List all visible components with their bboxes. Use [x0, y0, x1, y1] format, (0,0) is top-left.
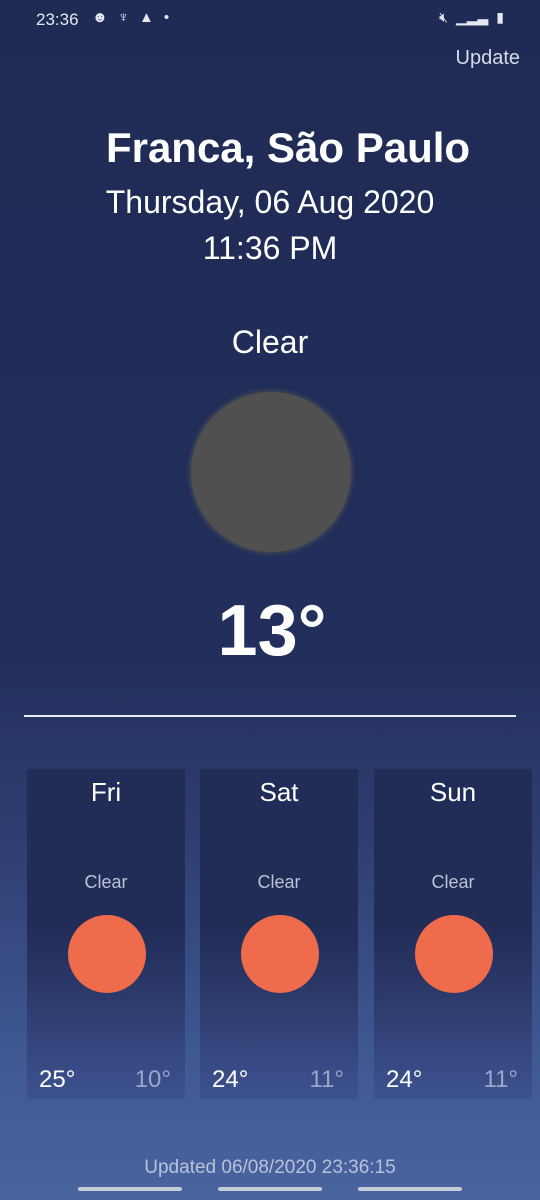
current-condition: Clear: [231, 324, 309, 360]
divider: [24, 715, 516, 717]
status-notification-icons: ☻ ♆ ▲ •: [92, 9, 169, 26]
forecast-condition: Clear: [257, 872, 301, 892]
last-updated-text: Updated 06/08/2020 23:36:15: [144, 1157, 396, 1178]
forecast-day: Fri: [90, 777, 122, 807]
forecast-condition: Clear: [431, 872, 475, 892]
nav-recent-apps[interactable]: [78, 1187, 182, 1191]
update-button[interactable]: Update: [456, 47, 521, 70]
usb-icon: ♆: [117, 9, 130, 26]
dot-icon: •: [163, 9, 170, 26]
city-name: Franca, São Paulo: [105, 124, 471, 171]
forecast-condition: Clear: [84, 872, 128, 892]
forecast-high: 24°: [212, 1066, 249, 1093]
sun-icon: [415, 915, 493, 993]
status-system-icons: 🔇︎ ▁▂▃ ▮: [439, 9, 504, 26]
forecast-high: 24°: [386, 1066, 423, 1093]
status-time: 23:36: [36, 10, 79, 29]
current-temperature: 13°: [217, 591, 327, 671]
forecast-card-fri[interactable]: Fri Clear 25° 10°: [27, 769, 185, 1099]
signal-icon: ▁▂▃: [455, 9, 489, 25]
time-text: 11:36 PM: [202, 230, 338, 266]
face-icon: ☻: [92, 9, 108, 26]
status-bar: 23:36 ☻ ♆ ▲ • 🔇︎ ▁▂▃ ▮: [0, 0, 540, 40]
forecast-day: Sun: [429, 777, 477, 807]
forecast-card-sat[interactable]: Sat Clear 24° 11°: [200, 769, 358, 1099]
forecast-card-sun[interactable]: Sun Clear 24° 11°: [374, 769, 532, 1099]
mute-vibrate-icon: 🔇︎: [439, 9, 448, 25]
moon-icon: [191, 392, 351, 552]
forecast-low: 11°: [309, 1066, 344, 1093]
nav-home[interactable]: [218, 1187, 322, 1191]
nav-back[interactable]: [358, 1187, 462, 1191]
sun-icon: [241, 915, 319, 993]
forecast-day: Sat: [259, 777, 299, 807]
forecast-low: 11°: [483, 1066, 518, 1093]
date-text: Thursday, 06 Aug 2020: [105, 184, 435, 220]
sun-icon: [68, 915, 146, 993]
forecast-low: 10°: [134, 1066, 171, 1093]
warning-icon: ▲: [139, 9, 154, 26]
forecast-high: 25°: [39, 1066, 76, 1093]
battery-charging-icon: ▮: [496, 9, 504, 25]
